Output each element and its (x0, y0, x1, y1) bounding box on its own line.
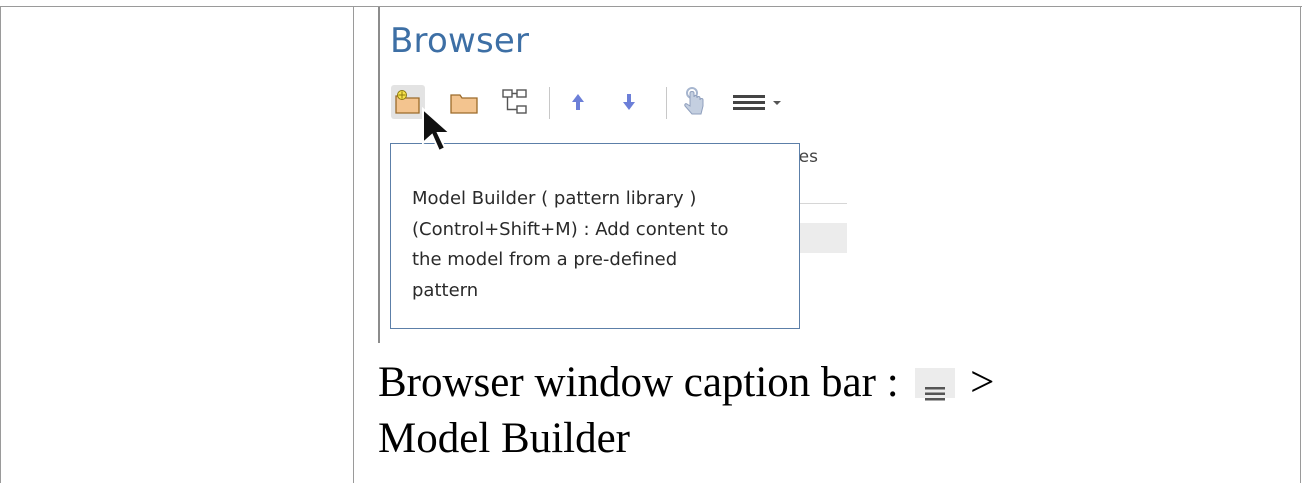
lock-button[interactable] (678, 85, 712, 119)
menu-button[interactable] (730, 85, 790, 119)
folder-star-icon (395, 90, 420, 114)
arrow-up-icon (572, 94, 584, 110)
tooltip-line: pattern (412, 279, 479, 301)
caption-separator: > (970, 359, 995, 406)
hierarchy-icon (502, 89, 527, 114)
model-builder-tooltip: Model Builder ( pattern library ) (Contr… (390, 143, 800, 329)
arrow-down-icon (623, 94, 635, 110)
tooltip-line: (Control+Shift+M) : Add content to (412, 218, 729, 240)
caption-prefix: Browser window caption bar : (378, 359, 899, 406)
hamburger-menu-icon (733, 95, 781, 110)
hamburger-menu-icon (915, 368, 956, 401)
caption-line-1: Browser window caption bar : > (378, 355, 1278, 411)
move-down-button[interactable] (612, 85, 646, 119)
table-border-right (1300, 6, 1301, 483)
new-diagram-button[interactable] (498, 85, 532, 119)
tooltip-line: the model from a pre-defined (412, 249, 678, 270)
table-border-left (0, 6, 1, 483)
caption-line-2: Model Builder (378, 415, 630, 462)
table-column-divider (353, 6, 354, 483)
tooltip-line: Model Builder ( pattern library ) (412, 188, 697, 209)
hamburger-glyph (925, 387, 946, 401)
panel-title: Browser (390, 21, 530, 61)
figure-caption: Browser window caption bar : > Model Bui… (378, 355, 1278, 467)
move-up-button[interactable] (561, 85, 595, 119)
panel-edge (378, 7, 380, 343)
tooltip-text: Model Builder ( pattern library ) (Contr… (412, 184, 787, 306)
mouse-cursor-icon (422, 107, 453, 153)
browser-panel-screenshot: Browser tes Model Builder (pattern libr… (378, 7, 847, 343)
hand-pointer-icon (684, 87, 704, 115)
toolbar-separator (666, 87, 667, 119)
toolbar-separator (549, 87, 550, 119)
